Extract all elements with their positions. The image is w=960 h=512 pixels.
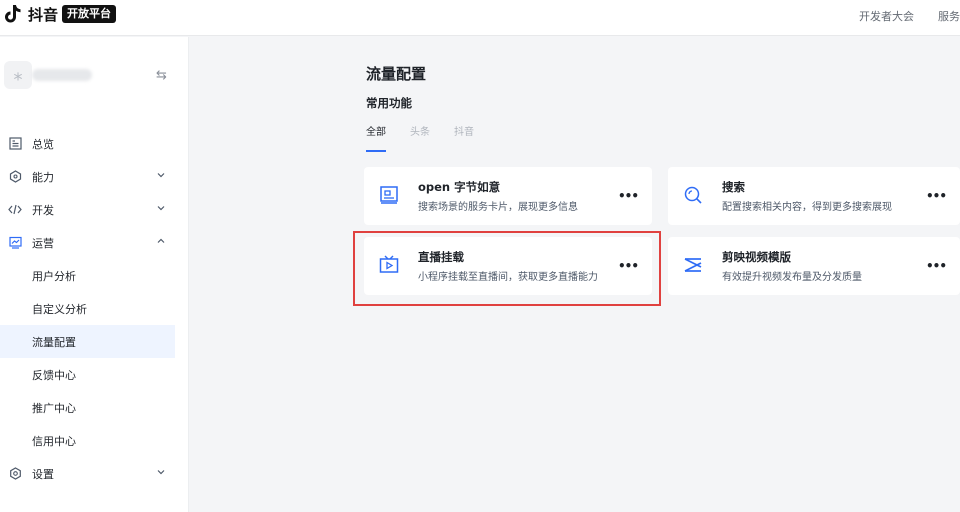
sidebar-item-capability[interactable]: 能力 [0, 160, 189, 193]
sidebar-item-label: 开发 [32, 203, 54, 217]
sidebar-subitem-traffic-config[interactable]: 流量配置 [0, 325, 175, 358]
card-description: 小程序挂载至直播间，获取更多直播能力 [418, 272, 598, 283]
sidebar-item-label: 设置 [32, 467, 54, 481]
tab-all[interactable]: 全部 [366, 123, 386, 152]
card-description: 有效提升视频发布量及分发质量 [722, 272, 862, 283]
section-title: 常用功能 [366, 96, 412, 110]
code-icon [8, 203, 22, 217]
app-avatar: ⁎ [4, 61, 32, 89]
sidebar-subitem-credit-center[interactable]: 信用中心 [0, 424, 189, 457]
top-bar: 抖音 开放平台 开发者大会 服务 [0, 0, 960, 36]
sidebar-item-label: 总览 [32, 137, 54, 151]
search-icon [684, 186, 702, 204]
card-title: 剪映视频模版 [722, 250, 791, 264]
page-title: 流量配置 [366, 65, 427, 83]
operation-icon [8, 236, 22, 250]
more-options-icon[interactable]: ••• [926, 189, 947, 203]
top-link-developer-conference[interactable]: 开发者大会 [859, 8, 914, 24]
douyin-note-icon [5, 5, 21, 23]
capcut-icon [684, 258, 702, 272]
more-options-icon[interactable]: ••• [618, 189, 639, 203]
sidebar-subitem-promotion-center[interactable]: 推广中心 [0, 391, 189, 424]
sidebar-item-develop[interactable]: 开发 [0, 193, 189, 226]
sidebar-subitem-user-analysis[interactable]: 用户分析 [0, 259, 189, 292]
top-link-services[interactable]: 服务 [938, 8, 960, 24]
feature-card-capcut-template[interactable]: 剪映视频模版 有效提升视频发布量及分发质量 ••• [668, 237, 960, 295]
swap-icon[interactable]: ⇆ [156, 68, 167, 83]
dashboard-icon [8, 137, 22, 151]
feature-card-open-ruyi[interactable]: open 字节如意 搜索场景的服务卡片，展现更多信息 ••• [364, 167, 652, 225]
douyin-logo[interactable]: 抖音 开放平台 [4, 4, 117, 24]
tab-bar: 全部 头条 抖音 [366, 123, 498, 152]
tab-toutiao[interactable]: 头条 [410, 123, 430, 152]
chevron-down-icon[interactable] [156, 467, 166, 477]
app-switcher[interactable]: ⁎ ⇆ [4, 61, 174, 91]
card-title: open 字节如意 [418, 180, 501, 194]
more-options-icon[interactable]: ••• [926, 259, 947, 273]
logo-text: 抖音 [28, 5, 59, 24]
sidebar-item-overview[interactable]: 总览 [0, 127, 189, 160]
settings-icon [8, 467, 22, 481]
card-description: 搜索场景的服务卡片，展现更多信息 [418, 202, 578, 213]
sidebar-item-operations[interactable]: 运营 [0, 226, 189, 259]
chevron-up-icon[interactable] [156, 236, 166, 246]
feature-card-live-mount[interactable]: 直播挂载 小程序挂载至直播间，获取更多直播能力 ••• [364, 237, 652, 295]
sidebar-item-label: 运营 [32, 236, 54, 250]
feature-card-search[interactable]: 搜索 配置搜索相关内容，得到更多搜索展现 ••• [668, 167, 960, 225]
tab-douyin[interactable]: 抖音 [454, 123, 474, 152]
main-content: 流量配置 常用功能 全部 头条 抖音 open 字节如意 搜索场景的服务卡片，展… [189, 37, 960, 512]
sidebar-subitem-feedback-center[interactable]: 反馈中心 [0, 358, 189, 391]
card-title: 直播挂载 [418, 250, 464, 264]
logo-badge: 开放平台 [62, 5, 117, 23]
more-options-icon[interactable]: ••• [618, 259, 639, 273]
card-description: 配置搜索相关内容，得到更多搜索展现 [722, 202, 892, 213]
card-title: 搜索 [722, 180, 745, 194]
app-name-blurred [32, 69, 92, 81]
sidebar-nav: 总览 能力 开发 运营 用户分析 自定义分析 流量配置 反馈中心 推广中心 信用… [0, 127, 189, 490]
sidebar-item-settings[interactable]: 设置 [0, 457, 189, 490]
live-tv-icon [379, 255, 399, 273]
top-links: 开发者大会 服务 [859, 8, 960, 24]
card-display-icon [380, 186, 398, 204]
chevron-down-icon[interactable] [156, 170, 166, 180]
sidebar: ⁎ ⇆ 总览 能力 开发 运营 用户分析 自定义分析 流量配置 反馈中心 推广中… [0, 37, 189, 512]
sidebar-item-label: 能力 [32, 170, 54, 184]
sidebar-subitem-custom-analysis[interactable]: 自定义分析 [0, 292, 189, 325]
capability-icon [8, 170, 22, 184]
chevron-down-icon[interactable] [156, 203, 166, 213]
